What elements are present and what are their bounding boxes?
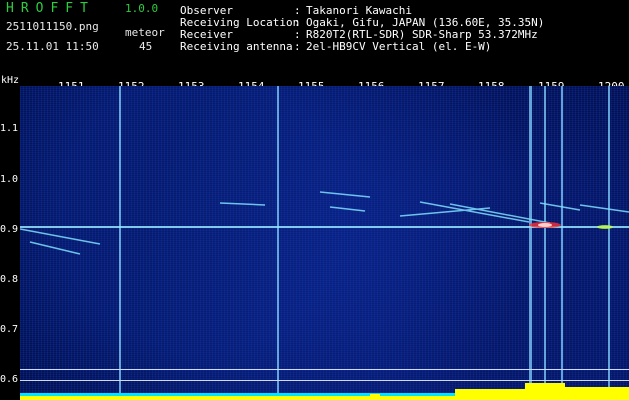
echo-trail	[219, 202, 266, 206]
header-panel: HROFFT 1.0.0 2511011150.png meteor 25.11…	[0, 0, 629, 76]
y-tick-label: 0.8	[0, 274, 19, 285]
y-tick-label: 0.6	[0, 374, 19, 385]
spectrum-peak	[525, 383, 565, 400]
spectrum-top-line	[20, 369, 629, 370]
spectrum-peak	[565, 387, 629, 400]
echo-trail	[539, 202, 581, 211]
y-tick-label: 1.0	[0, 174, 19, 185]
echo-trail	[579, 204, 629, 213]
strong-echo-core	[538, 223, 552, 227]
echo-trail	[419, 201, 530, 223]
event-count: 45	[139, 40, 153, 53]
colon-sep: :	[294, 40, 301, 53]
meteor-echo-trails	[20, 191, 629, 255]
antenna-value: 2el-HB9CV Vertical (el. E-W)	[306, 40, 492, 53]
spectrum-bar	[20, 383, 629, 400]
y-tick-label: 0.9	[0, 224, 19, 235]
app-title: HROFFT	[6, 1, 95, 16]
y-tick-label: 0.7	[0, 324, 19, 335]
echo-trail	[29, 241, 81, 255]
app-version: 1.0.0	[125, 2, 159, 15]
filename: 2511011150.png	[6, 20, 99, 33]
antenna-label: Receiving antenna	[180, 40, 293, 53]
spectrum-peak	[455, 389, 525, 400]
echo-trail	[329, 206, 366, 212]
y-tick-label: 1.1	[0, 123, 19, 134]
spectrum-peak	[370, 394, 380, 400]
timestamp: 25.11.01 11:50	[6, 40, 99, 53]
y-axis-unit: kHz	[1, 75, 20, 86]
echo-spot	[597, 225, 613, 229]
mode-label: meteor	[125, 26, 165, 39]
echo-trail	[319, 191, 371, 198]
echo-trail	[449, 203, 551, 224]
